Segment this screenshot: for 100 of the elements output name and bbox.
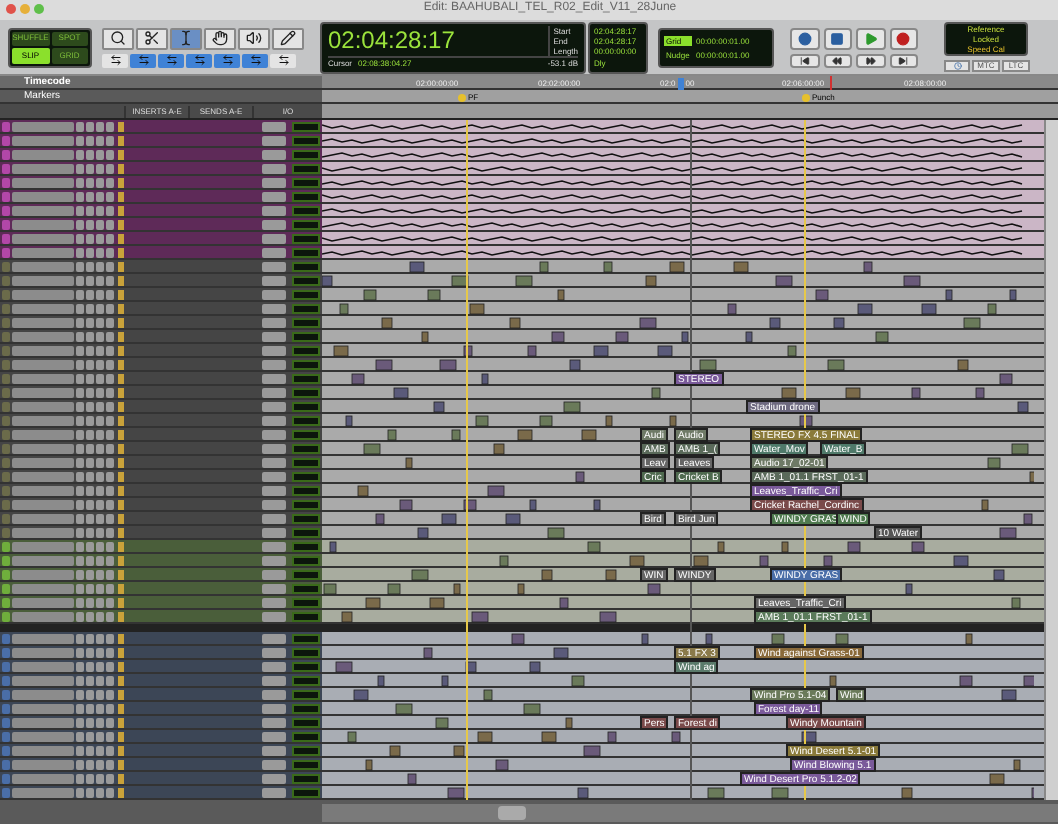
scroll-thumb[interactable]: [498, 805, 526, 820]
edit-option-button[interactable]: [130, 53, 156, 68]
clip-block[interactable]: [727, 304, 737, 315]
clip-block[interactable]: [357, 486, 369, 497]
clip-block[interactable]: [407, 774, 417, 785]
clip-block[interactable]: [911, 388, 921, 399]
clip-block[interactable]: [905, 584, 913, 595]
edit-option-button[interactable]: [158, 53, 184, 68]
edit-option-button[interactable]: [186, 53, 212, 68]
io-selector[interactable]: [262, 745, 287, 756]
io-selector[interactable]: [262, 205, 287, 216]
clip-block[interactable]: [499, 556, 509, 567]
io-selector[interactable]: [262, 647, 287, 658]
io-selector[interactable]: [262, 703, 287, 714]
start-button[interactable]: [790, 53, 819, 68]
end-button[interactable]: [889, 53, 918, 68]
edit-option-button[interactable]: [270, 53, 296, 68]
io-selector[interactable]: [262, 499, 287, 510]
clip-block[interactable]: [771, 634, 785, 645]
horizontal-scrollbar[interactable]: [322, 803, 1058, 822]
clip-block[interactable]: [781, 388, 797, 399]
io-selector[interactable]: [262, 583, 287, 594]
edit-option-button[interactable]: [214, 53, 240, 68]
clip-block[interactable]: [641, 634, 649, 645]
clip-block[interactable]: [593, 500, 601, 511]
edit-tool-button[interactable]: [272, 27, 304, 50]
io-selector[interactable]: [262, 633, 287, 644]
clip-block[interactable]: [423, 648, 433, 659]
clip-block[interactable]: [559, 598, 569, 609]
io-selector[interactable]: [262, 261, 287, 272]
clip-block[interactable]: [541, 570, 553, 581]
clip-block[interactable]: [527, 346, 537, 357]
clip-block[interactable]: [829, 676, 837, 687]
clip-block[interactable]: [339, 304, 349, 315]
clip-block[interactable]: [603, 262, 613, 273]
clip-block[interactable]: [517, 584, 525, 595]
clip-block[interactable]: [323, 584, 337, 595]
clip-block[interactable]: [1029, 472, 1034, 483]
io-selector[interactable]: [262, 555, 287, 566]
io-selector[interactable]: [262, 149, 287, 160]
io-selector[interactable]: [262, 443, 287, 454]
clip-block[interactable]: [495, 760, 509, 771]
io-selector[interactable]: [262, 219, 287, 230]
clip-block[interactable]: [599, 612, 617, 623]
clip-block[interactable]: [901, 788, 913, 799]
io-selector[interactable]: [262, 541, 287, 552]
clip-block[interactable]: [651, 388, 661, 399]
stop-button[interactable]: [823, 27, 852, 50]
edit-option-button[interactable]: [242, 53, 268, 68]
io-selector[interactable]: [262, 787, 287, 798]
clip-block[interactable]: [587, 542, 601, 553]
io-selector[interactable]: [262, 401, 287, 412]
clip-block[interactable]: [769, 318, 781, 329]
io-selector[interactable]: [262, 289, 287, 300]
close-icon[interactable]: [6, 4, 16, 15]
clip-block[interactable]: [557, 290, 565, 301]
io-selector[interactable]: [262, 275, 287, 286]
edit-option-button[interactable]: [102, 53, 128, 68]
io-selector[interactable]: [262, 359, 287, 370]
io-selector[interactable]: [262, 387, 287, 398]
clip-block[interactable]: [799, 416, 813, 427]
clip-block[interactable]: [823, 556, 833, 567]
clip-block[interactable]: [993, 570, 1005, 581]
clip-block[interactable]: [953, 556, 969, 567]
clip-block[interactable]: [365, 760, 373, 771]
io-selector[interactable]: [262, 759, 287, 770]
clip-block[interactable]: [577, 788, 589, 799]
io-selector[interactable]: [262, 569, 287, 580]
clip-block[interactable]: [775, 276, 793, 287]
clip-block[interactable]: [759, 556, 769, 567]
clip-block[interactable]: [483, 690, 493, 701]
clip-block[interactable]: [707, 788, 725, 799]
io-selector[interactable]: [262, 177, 287, 188]
io-selector[interactable]: [262, 485, 287, 496]
clip-block[interactable]: [1011, 598, 1021, 609]
record-button[interactable]: [889, 27, 918, 50]
io-selector[interactable]: [262, 331, 287, 342]
io-selector[interactable]: [262, 303, 287, 314]
clip-block[interactable]: [469, 304, 485, 315]
clip-block[interactable]: [481, 374, 489, 385]
io-selector[interactable]: [262, 471, 287, 482]
clip-block[interactable]: [815, 290, 829, 301]
io-selector[interactable]: [262, 611, 287, 622]
forward-button[interactable]: [856, 53, 885, 68]
online-sync-button[interactable]: [944, 60, 970, 73]
clip-block[interactable]: [381, 318, 393, 329]
clip-block[interactable]: [875, 332, 889, 343]
clip-block[interactable]: [441, 676, 449, 687]
clip-block[interactable]: [375, 514, 385, 525]
clip-block[interactable]: [447, 788, 465, 799]
online-button[interactable]: [790, 27, 819, 50]
clip-block[interactable]: [981, 500, 989, 511]
io-selector[interactable]: [262, 717, 287, 728]
clip-block[interactable]: [1017, 402, 1029, 413]
clip-block[interactable]: [911, 542, 925, 553]
clip-block[interactable]: [575, 472, 585, 483]
clip-block[interactable]: [571, 676, 585, 687]
clip-block[interactable]: [835, 634, 849, 645]
vertical-scrollbar[interactable]: [1044, 120, 1058, 801]
clip-block[interactable]: [465, 662, 477, 673]
